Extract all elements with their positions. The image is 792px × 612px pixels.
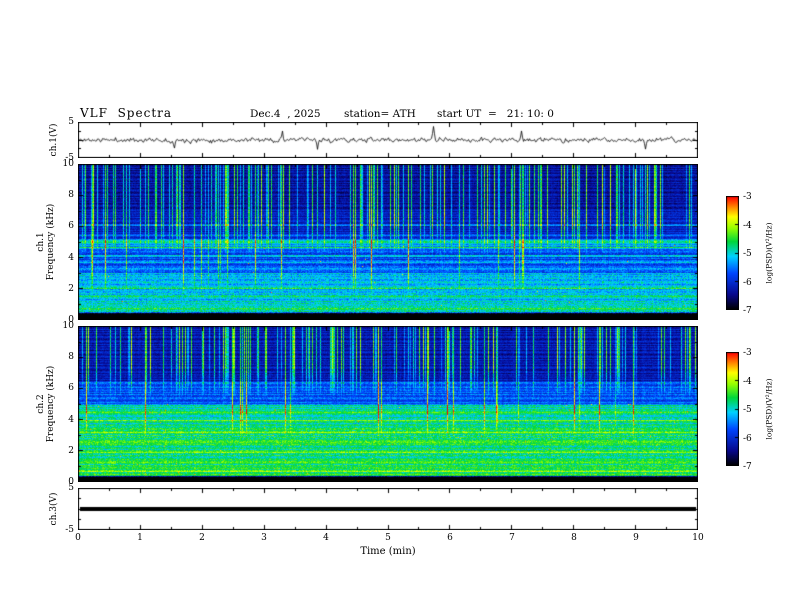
tick-label: 4 (68, 415, 74, 425)
tick-label: 10 (692, 533, 704, 543)
figure-station: station= ATH (344, 108, 416, 120)
tick-label: 8 (68, 190, 74, 200)
tick-label: -3 (743, 348, 752, 358)
tick-label: 6 (447, 533, 453, 543)
colorbar-1-label: log(PSD)(V²/Hz) (764, 222, 774, 284)
vlf-spectra-figure: VLF Spectra Dec.4 , 2025 station= ATH st… (0, 0, 792, 612)
ch1-waveform-canvas (78, 122, 698, 158)
ch1-frequency-axis-label: ch.1 Frequency (kHz) (36, 204, 56, 281)
tick-label: 0 (75, 533, 81, 543)
figure-start-ut: start UT = 21: 10: 0 (437, 108, 554, 120)
tick-label: 5 (68, 483, 74, 493)
tick-label: 8 (571, 533, 577, 543)
figure-title: VLF Spectra (80, 106, 173, 120)
ch3-waveform-canvas (78, 488, 698, 530)
tick-label: 8 (68, 352, 74, 362)
tick-label: 5 (385, 533, 391, 543)
tick-label: 6 (68, 221, 74, 231)
ch2-frequency-axis-label: ch.2 Frequency (kHz) (36, 366, 56, 443)
tick-label: -7 (743, 306, 752, 316)
ch2-frequency-axis-label-line2: Frequency (kHz) (46, 365, 56, 443)
tick-label: 6 (68, 383, 74, 393)
tick-label: 3 (261, 533, 267, 543)
tick-label: -7 (743, 462, 752, 472)
colorbar-1-canvas (726, 196, 739, 310)
ch2-frequency-axis-label-line1: ch.2 (36, 394, 46, 414)
tick-label: 9 (633, 533, 639, 543)
colorbar-2-label: log(PSD)(V²/Hz) (764, 378, 774, 440)
ch1-voltage-axis-label: ch.1(V) (49, 123, 59, 157)
tick-label: 1 (137, 533, 143, 543)
ch3-voltage-axis-label: ch.3(V) (49, 492, 59, 526)
tick-label: 4 (68, 253, 74, 263)
tick-label: 7 (509, 533, 515, 543)
ch1-frequency-axis-label-line1: ch.1 (36, 232, 46, 252)
tick-label: 10 (62, 321, 74, 331)
ch2-spectrogram-canvas (78, 326, 698, 482)
tick-label: -6 (743, 434, 752, 444)
tick-label: -4 (743, 377, 752, 387)
ch1-frequency-axis-label-line2: Frequency (kHz) (46, 203, 56, 281)
tick-label: 5 (68, 117, 74, 127)
tick-label: -5 (743, 249, 752, 259)
tick-label: -5 (743, 405, 752, 415)
x-axis-label: Time (min) (360, 546, 416, 557)
ch1-spectrogram-canvas (78, 164, 698, 320)
tick-label: 2 (68, 284, 74, 294)
tick-label: 4 (323, 533, 329, 543)
tick-label: 2 (199, 533, 205, 543)
figure-date: Dec.4 , 2025 (250, 108, 321, 120)
tick-label: -6 (743, 278, 752, 288)
tick-label: -4 (743, 221, 752, 231)
tick-label: 2 (68, 446, 74, 456)
tick-label: 10 (62, 159, 74, 169)
colorbar-2-canvas (726, 352, 739, 466)
tick-label: -3 (743, 192, 752, 202)
